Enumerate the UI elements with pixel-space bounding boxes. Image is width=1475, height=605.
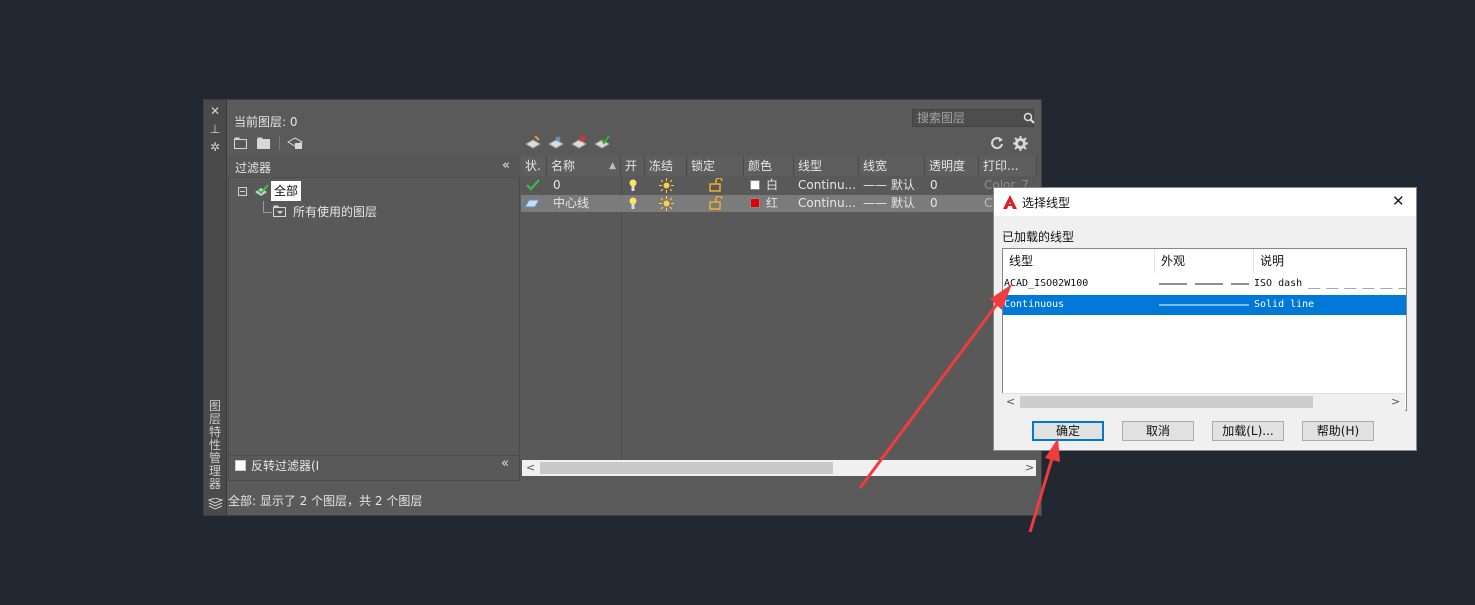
- annotation-arrows: [858, 284, 1060, 533]
- arrow-to-ok-button: [1028, 438, 1060, 533]
- arrow-to-continuous-row: [858, 284, 1012, 489]
